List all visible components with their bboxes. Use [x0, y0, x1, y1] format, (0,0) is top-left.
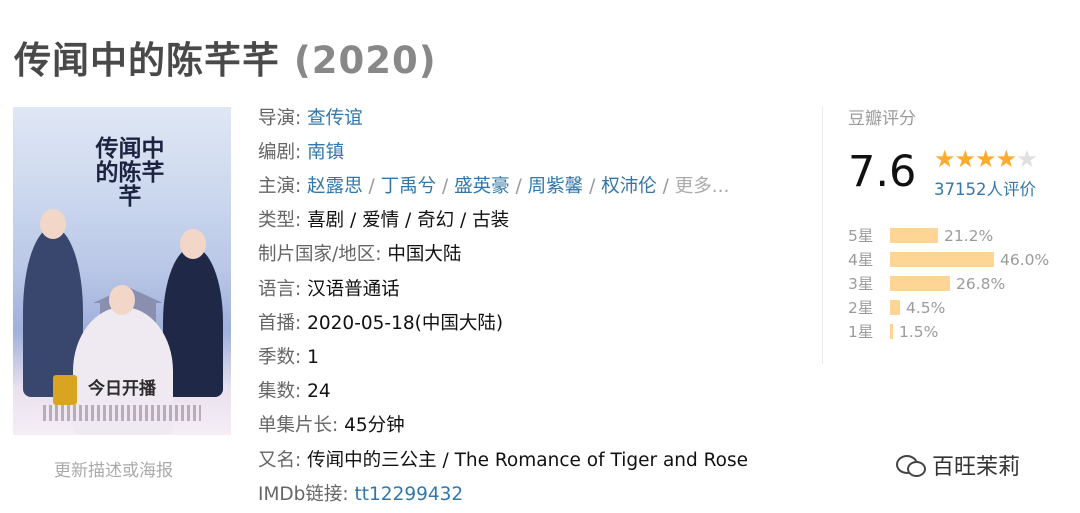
- seasons-value: 1: [307, 347, 319, 368]
- info-aka: 又名: 传闻中的三公主 / The Romance of Tiger and R…: [258, 448, 748, 474]
- info-label: 类型:: [258, 210, 308, 231]
- info-label: 首播:: [258, 313, 308, 334]
- page-title: 传闻中的陈芊芊 (2020): [14, 30, 437, 84]
- divider: [822, 106, 823, 364]
- wechat-icon: [896, 453, 926, 477]
- cast-more-link[interactable]: 更多...: [675, 176, 730, 197]
- info-director: 导演: 查传谊: [258, 106, 363, 132]
- poster-face: [109, 285, 135, 315]
- info-seasons: 季数: 1: [258, 345, 319, 371]
- info-genre: 类型: 喜剧 / 爱情 / 奇幻 / 古装: [258, 208, 509, 234]
- watermark: 百旺茉莉: [896, 449, 1020, 481]
- bar-fill: [890, 252, 994, 267]
- poster-face: [180, 229, 206, 259]
- info-cast: 主演: 赵露思 / 丁禹兮 / 盛英豪 / 周紫馨 / 权沛伦 / 更多...: [258, 176, 730, 197]
- bar-label: 3星: [848, 275, 874, 293]
- info-label: 单集片长:: [258, 415, 345, 436]
- info-language: 语言: 汉语普通话: [258, 277, 400, 303]
- bar-percent: 46.0%: [1000, 251, 1050, 269]
- bar-fill: [890, 300, 900, 315]
- info-writer: 编剧: 南镇: [258, 140, 344, 166]
- bar-label: 5星: [848, 227, 874, 245]
- episodes-value: 24: [307, 381, 331, 402]
- bar-label: 4星: [848, 251, 874, 269]
- bar-row-1[interactable]: 1星 1.5%: [848, 321, 938, 343]
- rating-votes-link[interactable]: 37152人评价: [934, 176, 1036, 200]
- poster-title-text: 传闻中的陈芊芊: [95, 135, 165, 211]
- info-label: IMDb链接:: [258, 484, 355, 505]
- cast-link[interactable]: 丁禹兮: [381, 176, 437, 197]
- star-filled-icon: ★: [934, 145, 955, 173]
- bar-fill: [890, 228, 938, 243]
- country-value: 中国大陆: [387, 244, 462, 265]
- update-poster-link[interactable]: 更新描述或海报: [54, 456, 173, 481]
- info-episodes: 集数: 24: [258, 379, 331, 405]
- poster-banner: 今日开播: [88, 379, 156, 399]
- cast-link[interactable]: 周紫馨: [528, 176, 584, 197]
- rating-panel: 豆瓣评分 7.6 ★★★★★ 37152人评价 5星 21.2% 4星 46.0% …: [848, 104, 1068, 341]
- director-link[interactable]: 查传谊: [307, 108, 363, 129]
- poster-face: [40, 209, 66, 239]
- bar-percent: 26.8%: [956, 275, 1006, 293]
- bar-row-5[interactable]: 5星 21.2%: [848, 225, 993, 247]
- info-label: 制片国家/地区:: [258, 244, 388, 265]
- poster-fineprint: [43, 405, 201, 421]
- info-premiere: 首播: 2020-05-18(中国大陆): [258, 311, 503, 337]
- poster-image[interactable]: 传闻中的陈芊芊 今日开播: [13, 107, 231, 435]
- imdb-link[interactable]: tt12299432: [355, 484, 464, 505]
- aka-value: 传闻中的三公主 / The Romance of Tiger and Rose: [307, 450, 749, 471]
- info-country: 制片国家/地区: 中国大陆: [258, 242, 461, 268]
- bar-label: 2星: [848, 299, 874, 317]
- watermark-text: 百旺茉莉: [932, 455, 1021, 480]
- bar-percent: 1.5%: [899, 323, 939, 341]
- premiere-value: 2020-05-18(中国大陆): [307, 313, 504, 334]
- info-label: 主演:: [258, 176, 308, 197]
- rating-header: 豆瓣评分: [848, 109, 916, 129]
- star-filled-icon: ★: [975, 145, 996, 173]
- info-imdb: IMDb链接: tt12299432: [258, 482, 463, 508]
- info-label: 又名:: [258, 450, 308, 471]
- info-label: 季数:: [258, 347, 308, 368]
- rating-stars-icon: ★★★★★: [934, 145, 1038, 173]
- drama-title: 传闻中的陈芊芊: [14, 39, 280, 82]
- bar-percent: 4.5%: [906, 299, 946, 317]
- bar-percent: 21.2%: [944, 227, 994, 245]
- info-label: 编剧:: [258, 142, 308, 163]
- bar-row-4[interactable]: 4星 46.0%: [848, 249, 1049, 271]
- bar-row-3[interactable]: 3星 26.8%: [848, 273, 1005, 295]
- bar-fill: [890, 276, 950, 291]
- info-label: 语言:: [258, 279, 308, 300]
- star-filled-icon: ★: [995, 145, 1017, 173]
- runtime-value: 45分钟: [344, 415, 405, 436]
- language-value: 汉语普通话: [307, 279, 400, 300]
- cast-link[interactable]: 盛英豪: [454, 176, 510, 197]
- cast-link[interactable]: 赵露思: [307, 176, 363, 197]
- star-empty-icon: ★: [1016, 145, 1037, 173]
- drama-year: (2020): [293, 39, 437, 82]
- info-runtime: 单集片长: 45分钟: [258, 413, 405, 439]
- cast-link[interactable]: 权沛伦: [601, 176, 657, 197]
- genre-value: 喜剧 / 爱情 / 奇幻 / 古装: [307, 210, 510, 231]
- info-label: 集数:: [258, 381, 308, 402]
- bar-fill: [890, 324, 893, 339]
- star-filled-icon: ★: [954, 145, 976, 173]
- writer-link[interactable]: 南镇: [307, 142, 344, 163]
- bar-label: 1星: [848, 323, 874, 341]
- info-label: 导演:: [258, 108, 308, 129]
- bar-row-2[interactable]: 2星 4.5%: [848, 297, 945, 319]
- rating-score: 7.6: [848, 147, 917, 197]
